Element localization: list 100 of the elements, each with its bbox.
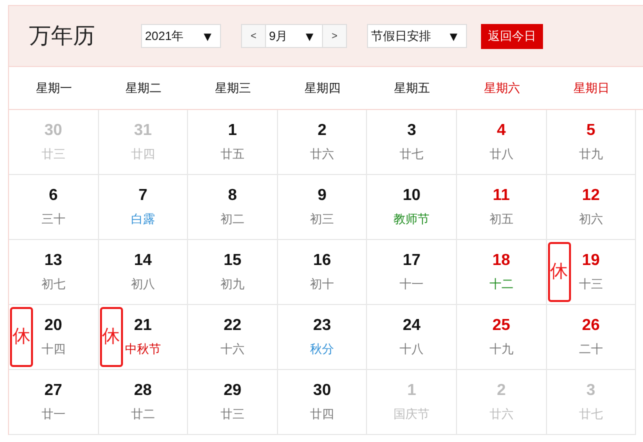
day-cell[interactable]: 24 十八 [367,305,457,370]
lunar-date: 初二 [220,210,244,228]
lunar-date: 十六 [220,340,244,358]
weekday-label: 星期二 [125,80,162,96]
lunar-date: 十二 [489,276,514,292]
day-number: 2 [318,122,327,140]
day-number: 15 [224,252,242,270]
day-cell[interactable]: 25 十九 [456,305,547,370]
year-dropdown[interactable]: 2021年 ▼ [141,24,221,48]
lunar-date: 廿二 [130,406,155,422]
weekday-label: 星期四 [304,80,341,96]
day-number: 25 [492,316,510,334]
day-number: 11 [492,186,510,204]
weekday-label: 星期一 [36,80,72,96]
day-cell[interactable]: 26 二十 [546,305,636,370]
day-cell[interactable]: 13 初七 [9,240,99,305]
lunar-date: 十九 [489,340,514,358]
lunar-date: 廿九 [578,146,603,162]
day-cell[interactable]: 11 初五 [456,175,547,240]
lunar-date: 十四 [41,340,66,358]
day-number: 3 [407,122,416,140]
calendar-title: 万年历 [29,22,96,50]
day-number: 30 [313,382,331,400]
lunar-date: 秋分 [310,340,334,358]
day-number: 26 [582,316,600,334]
lunar-date: 十三 [578,276,603,292]
today-button[interactable]: 返回今日 [481,24,543,48]
lunar-date: 廿七 [578,406,603,422]
day-cell[interactable]: 30 廿四 [278,370,368,435]
day-cell[interactable]: 16 初十 [278,240,368,305]
day-cell[interactable]: 1 廿五 [188,110,278,175]
lunar-date: 中秋节 [124,340,161,358]
day-cell[interactable]: 27 廿一 [9,370,99,435]
lunar-date: 廿三 [41,146,66,162]
day-number: 17 [402,252,421,270]
day-cell[interactable]: 9 初三 [278,175,368,240]
day-cell[interactable]: 22 十六 [188,305,278,370]
day-cell[interactable]: 5 廿九 [546,110,636,175]
lunar-date: 廿六 [489,406,514,422]
day-number: 12 [582,186,600,204]
day-cell[interactable]: 17 十一 [367,240,457,305]
day-cell[interactable]: 7 白露 [98,175,188,240]
next-month-button[interactable]: > [322,24,347,48]
day-number: 3 [586,382,596,400]
lunar-date: 初三 [310,210,334,228]
day-cell[interactable]: 14 初八 [98,240,188,305]
weekday-label: 星期五 [394,80,430,96]
day-cell[interactable]: 2 廿六 [278,110,368,175]
day-number: 29 [224,382,242,400]
weekday-label: 星期三 [214,80,251,96]
day-number: 28 [134,382,152,400]
day-number: 19 [582,252,600,270]
lunar-date: 廿三 [220,406,244,422]
lunar-date: 教师节 [394,210,430,228]
day-cell[interactable]: 15 初九 [188,240,278,305]
day-cell[interactable]: 23 秋分 [278,305,368,370]
lunar-date: 三十 [41,210,66,228]
weekday-label: 星期六 [484,80,520,96]
lunar-date: 初五 [489,210,514,228]
lunar-date: 初十 [310,276,334,292]
day-number: 6 [48,186,58,204]
day-number: 18 [492,252,510,270]
lunar-date: 廿五 [220,146,244,162]
rest-day-annotation: 休 [548,242,571,302]
day-number: 31 [134,122,152,140]
day-cell[interactable]: 10 教师节 [367,175,457,240]
day-cell[interactable]: 3 廿七 [367,110,457,175]
rest-day-annotation: 休 [10,307,33,367]
lunar-date: 十八 [400,340,424,358]
day-cell[interactable]: 4 廿八 [456,110,547,175]
lunar-date: 廿四 [310,406,334,422]
weekday-label: 星期日 [573,80,610,96]
day-cell[interactable]: 18 十二 [456,240,547,305]
day-number: 1 [228,122,237,140]
lunar-date: 白露 [130,210,155,228]
day-number: 21 [134,316,152,334]
month-dropdown[interactable]: 9月 ▼ [266,24,322,48]
lunar-date: 初八 [130,276,155,292]
day-cell[interactable]: 6 三十 [9,175,99,240]
day-number: 9 [318,186,327,204]
day-number: 4 [496,122,506,140]
day-cell[interactable]: 29 廿三 [188,370,278,435]
day-cell[interactable]: 28 廿二 [98,370,188,435]
day-number: 10 [402,186,421,204]
day-number: 1 [407,382,416,400]
holiday-dropdown[interactable]: 节假日安排 ▼ [367,24,467,48]
day-cell[interactable]: 12 初六 [546,175,636,240]
lunar-date: 二十 [578,340,603,358]
lunar-date: 初九 [220,276,244,292]
day-cell[interactable]: 8 初二 [188,175,278,240]
day-number: 20 [44,316,62,334]
day-number: 23 [313,316,331,334]
day-number: 5 [586,122,596,140]
day-number: 14 [134,252,152,270]
day-number: 24 [402,316,421,334]
day-number: 2 [496,382,506,400]
lunar-date: 廿六 [310,146,334,162]
lunar-date: 十一 [400,276,424,292]
lunar-date: 初六 [578,210,603,228]
previous-month-button[interactable]: < [241,24,266,48]
